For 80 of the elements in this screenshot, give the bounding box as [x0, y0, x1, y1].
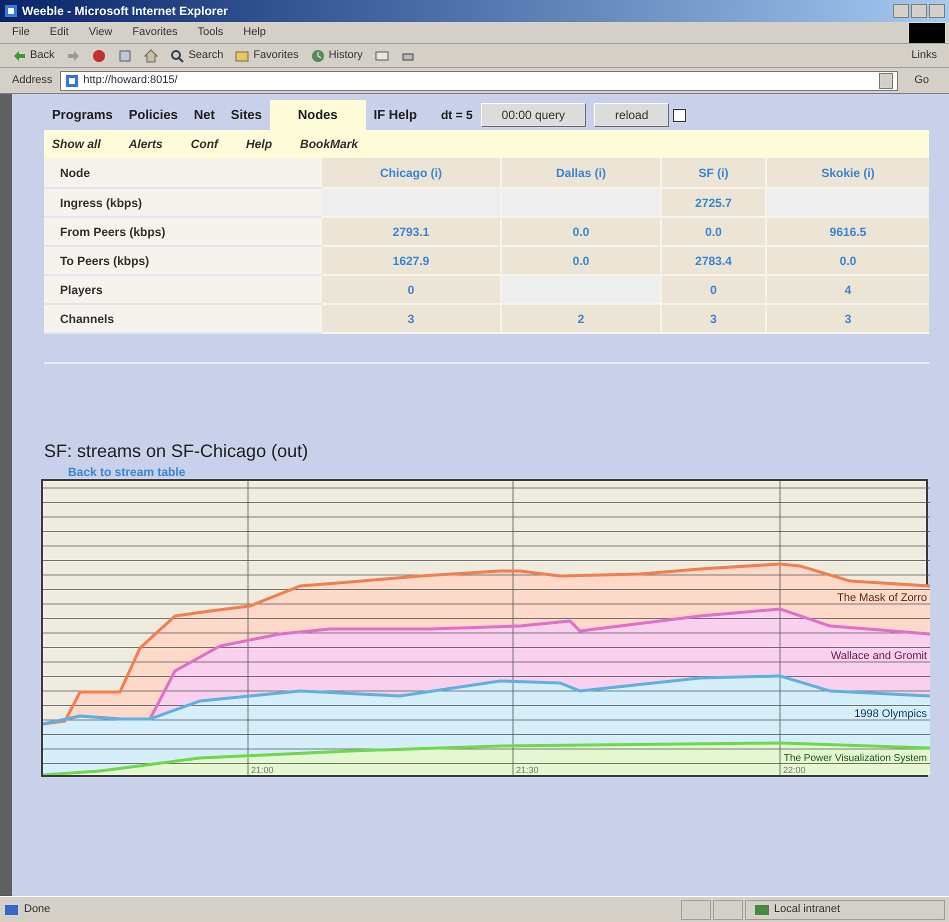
table-cell: 0.0	[501, 217, 661, 246]
table-cell: 3	[766, 304, 929, 333]
links-label[interactable]: Links	[911, 47, 937, 64]
status-pane	[713, 900, 743, 920]
subnav-link[interactable]: Show all	[52, 135, 101, 153]
table-cell: 1627.9	[321, 246, 501, 275]
auto-checkbox[interactable]	[673, 108, 686, 122]
page-icon	[65, 74, 80, 88]
subnav-link[interactable]: Conf	[190, 135, 218, 153]
table-cell: 2793.1	[321, 217, 501, 246]
series-label: The Power Visualization System	[784, 753, 927, 764]
menu-item[interactable]: Tools	[198, 24, 224, 41]
address-label: Address	[12, 73, 52, 88]
subnav-link[interactable]: BookMark	[300, 135, 358, 153]
time-label: 21:00	[251, 765, 274, 775]
query-button[interactable]: 00:00 query	[480, 103, 586, 127]
nav-tab[interactable]: Sites	[222, 100, 270, 130]
reload-button[interactable]: reload	[594, 103, 670, 127]
dt-label: dt = 5	[440, 107, 473, 124]
time-label: 21:30	[516, 765, 539, 775]
favorites-icon	[235, 48, 250, 62]
favorites-button[interactable]: Favorites	[235, 47, 299, 64]
nav-tab[interactable]: Policies	[120, 100, 186, 130]
row-label: Ingress (kbps)	[44, 188, 321, 217]
address-field[interactable]: http://howard:8015/	[60, 70, 898, 90]
history-button[interactable]: History	[310, 47, 363, 64]
menu-item[interactable]: Favorites	[132, 24, 178, 41]
table-cell: 0	[661, 275, 766, 304]
throbber-logo	[909, 23, 945, 43]
browser-icon	[4, 4, 18, 18]
table-cell: 2725.7	[661, 188, 766, 217]
go-button[interactable]: Go	[906, 72, 937, 89]
table-cell: 3	[321, 304, 501, 333]
back-button[interactable]: Back	[12, 47, 54, 64]
chart-title: SF: streams on SF-Chicago (out)	[44, 440, 310, 463]
subnav-link[interactable]: Alerts	[128, 135, 163, 153]
mail-icon[interactable]	[374, 48, 389, 62]
close-button[interactable]	[929, 4, 945, 18]
search-button[interactable]: Search	[170, 47, 224, 64]
nav-tab[interactable]: Nodes	[270, 100, 366, 130]
nav-tab[interactable]: Programs	[44, 100, 121, 130]
intranet-icon	[754, 902, 770, 916]
zone-text: Local intranet	[774, 902, 840, 918]
status-text: Done	[24, 902, 50, 918]
menu-item[interactable]: Help	[243, 24, 266, 41]
time-label: 22:00	[783, 765, 806, 775]
table-cell: 0.0	[661, 217, 766, 246]
menu-item[interactable]: File	[12, 24, 30, 41]
table-cell: 4	[766, 275, 929, 304]
series-label: Wallace and Gromit	[830, 650, 927, 662]
window-title: Weeble - Microsoft Internet Explorer	[22, 3, 228, 20]
maximize-button[interactable]	[911, 4, 927, 18]
series-label: The Mask of Zorro	[837, 592, 927, 604]
column-header: Node	[44, 158, 321, 188]
row-label: From Peers (kbps)	[44, 217, 321, 246]
menu-item[interactable]: Edit	[50, 24, 69, 41]
minimize-button[interactable]	[893, 4, 909, 18]
nav-tab[interactable]: IF Help	[366, 100, 425, 130]
series-label: 1998 Olympics	[854, 708, 927, 720]
status-pane	[681, 900, 711, 920]
table-cell: 0.0	[766, 246, 929, 275]
table-cell: 3	[661, 304, 766, 333]
row-label: Players	[44, 275, 321, 304]
search-icon	[170, 48, 184, 62]
table-cell: 0	[321, 275, 501, 304]
table-cell: 2	[501, 304, 661, 333]
row-label: Channels	[44, 304, 321, 333]
refresh-icon[interactable]	[118, 48, 132, 62]
row-label: To Peers (kbps)	[44, 246, 321, 275]
table-cell: 0.0	[501, 246, 661, 275]
table-cell: 9616.5	[766, 217, 929, 246]
table-cell: 2783.4	[661, 246, 766, 275]
history-icon	[310, 48, 325, 62]
menu-item[interactable]: View	[88, 24, 112, 41]
subnav-link[interactable]: Help	[246, 135, 272, 153]
stop-icon[interactable]	[92, 48, 106, 62]
home-icon[interactable]	[144, 48, 158, 62]
back-arrow-icon	[12, 48, 26, 62]
page-icon	[4, 902, 20, 916]
nav-tab[interactable]: Net	[186, 100, 223, 130]
